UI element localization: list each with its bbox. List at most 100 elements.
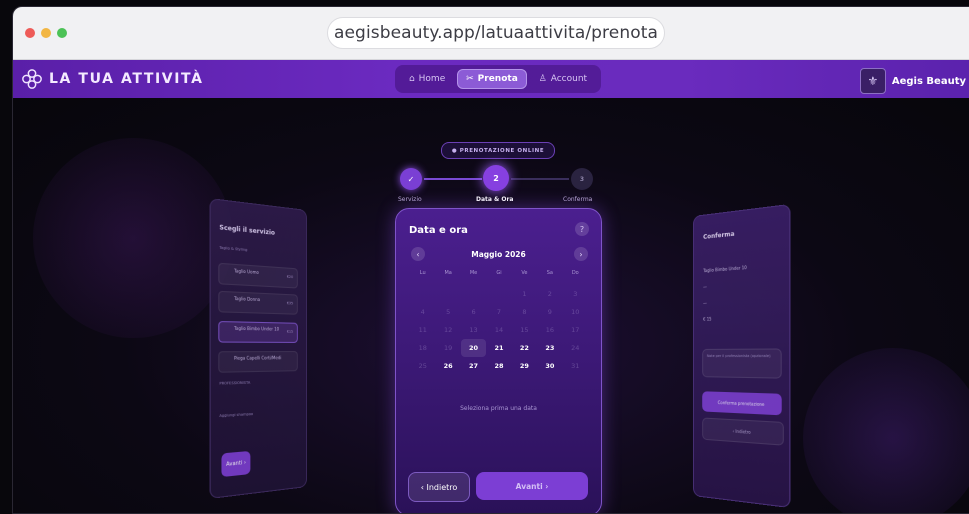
calendar-day[interactable]: 27 (461, 357, 486, 375)
back-button[interactable]: ‹ Indietro (408, 472, 470, 502)
step-3-indicator[interactable]: 3 (571, 168, 593, 190)
brand-name: LA TUA ATTIVITÀ (49, 71, 204, 87)
calendar-day[interactable]: 28 (486, 357, 511, 375)
minimize-window-button[interactable] (41, 28, 51, 38)
confirm-back-button[interactable]: ‹ Indietro (702, 417, 784, 446)
scissors-icon: ✂ (466, 74, 474, 84)
account-name: Aegis Beauty (891, 75, 966, 87)
calendar-day: 9 (547, 308, 552, 316)
calendar-day: 5 (446, 308, 451, 316)
step-1-check-icon[interactable]: ✓ (400, 168, 422, 190)
service-option-label: Taglio Uomo (234, 268, 259, 275)
confirm-card: Conferma Taglio Bimbo Under 10 — — € 15 … (693, 203, 791, 509)
service-option-price: €20 (286, 274, 294, 280)
calendar-day: 13 (469, 326, 478, 334)
confirm-card-title: Conferma (703, 230, 735, 241)
calendar-day: 4 (420, 308, 425, 316)
aegis-logo-icon: ⚜ (859, 68, 886, 94)
calendar-day: 3 (573, 290, 578, 298)
close-window-button[interactable] (25, 28, 35, 38)
service-option[interactable]: Taglio Uomo €20 (218, 262, 298, 289)
calendar-day: 1 (522, 290, 527, 298)
service-option-selected[interactable]: Taglio Bimbo Under 10 €15 (218, 320, 298, 343)
service-card-title: Scegli il servizio (219, 223, 275, 237)
step-2-indicator[interactable]: 2 (483, 165, 509, 191)
browser-window: aegisbeauty.app/latuaattivita/prenota LA… (12, 6, 969, 514)
calendar-grid: Lu Ma Me Gi Ve Sa Do 1 2 3 4 5 6 7 8 9 10 11 12 13 14 15 16 17 1… (410, 267, 588, 375)
weekday-header: Do (571, 270, 579, 276)
step-2-label: Data & Ora (476, 196, 514, 203)
calendar-day: 10 (571, 308, 580, 316)
calendar-day: 14 (494, 326, 504, 334)
nav-account[interactable]: ♙ Account (531, 70, 595, 88)
weekday-header: Ma (444, 270, 452, 276)
nav-home[interactable]: ⌂ Home (401, 70, 453, 88)
add-shampoo-toggle[interactable]: Aggiungi shampoo (219, 412, 253, 418)
help-icon[interactable]: ? (575, 222, 589, 236)
step-3-label: Conferma (563, 196, 593, 203)
confirm-price: € 15 (703, 316, 712, 322)
brand[interactable]: LA TUA ATTIVITÀ (21, 68, 204, 90)
service-option-label: Taglio Bimbo Under 10 (234, 325, 280, 332)
main-nav: ⌂ Home ✂ Prenota ♙ Account (395, 65, 601, 93)
calendar-day: 7 (496, 308, 502, 316)
service-option[interactable]: Taglio Donna €35 (218, 290, 298, 315)
calendar-day[interactable]: 30 (537, 357, 562, 375)
calendar-month: Maggio 2026 (471, 250, 526, 259)
app-header: LA TUA ATTIVITÀ ⌂ Home ✂ Prenota ♙ Accou… (13, 60, 969, 99)
nav-account-label: Account (550, 74, 588, 84)
confirm-service: Taglio Bimbo Under 10 (703, 264, 747, 274)
weekday-header: Me (469, 270, 478, 276)
calendar-day: 16 (545, 326, 554, 334)
calendar-day: 15 (520, 326, 529, 334)
calendar-empty-cell (410, 285, 435, 303)
calendar-day: 11 (418, 326, 427, 334)
calendar-day: 6 (471, 308, 476, 316)
address-bar[interactable]: aegisbeauty.app/latuaattivita/prenota (327, 17, 665, 49)
select-date-hint: Seleziona prima una data (460, 405, 537, 412)
calendar-day: 19 (443, 344, 453, 352)
service-next-button[interactable]: Avanti › (221, 450, 251, 478)
professional-section-label: PROFESSIONISTA (219, 380, 251, 386)
service-option[interactable]: Piega Capelli Corti/Medi (218, 351, 298, 373)
confirm-time: — (703, 300, 707, 306)
calendar-day[interactable]: 21 (486, 339, 511, 357)
confirm-booking-button[interactable]: Conferma prenotazione (702, 391, 782, 416)
flower-logo-icon (22, 69, 42, 89)
calendar-day[interactable]: 20 (460, 339, 487, 357)
calendar-day: 31 (571, 362, 580, 370)
browser-chrome: aegisbeauty.app/latuaattivita/prenota (13, 7, 969, 60)
booking-stage: Scegli il servizio Taglio & Styling Tagl… (13, 98, 969, 513)
service-category[interactable]: Taglio & Styling (219, 246, 247, 253)
next-button[interactable]: Avanti › (476, 472, 588, 500)
nav-prenota[interactable]: ✂ Prenota (457, 69, 527, 89)
service-card: Scegli il servizio Taglio & Styling Tagl… (209, 198, 307, 499)
background-glow (33, 138, 233, 338)
weekday-header: Lu (419, 270, 426, 276)
home-icon: ⌂ (408, 74, 415, 84)
service-option-label: Piega Capelli Corti/Medi (234, 355, 282, 361)
calendar-day: 8 (522, 308, 527, 316)
date-time-card: Data e ora ? ‹ Maggio 2026 › Lu Ma Me Gi Ve S… (395, 208, 602, 513)
calendar-day: 12 (443, 326, 453, 334)
weekday-header: Sa (546, 270, 553, 276)
online-booking-badge: ● PRENOTAZIONE ONLINE (441, 142, 555, 159)
calendar-day[interactable]: 29 (512, 357, 537, 375)
next-month-button[interactable]: › (574, 247, 588, 261)
nav-home-label: Home (418, 74, 446, 84)
calendar-day: 2 (547, 290, 552, 298)
calendar-day: 18 (418, 344, 427, 352)
calendar-day: 17 (571, 326, 580, 334)
calendar-day: 24 (571, 344, 580, 352)
calendar-day[interactable]: 26 (435, 357, 460, 375)
nav-prenota-label: Prenota (477, 74, 518, 84)
calendar-day[interactable]: 22 (512, 339, 537, 357)
weekday-header: Ve (521, 270, 528, 276)
maximize-window-button[interactable] (57, 28, 67, 38)
step-connector (424, 178, 482, 180)
notes-field[interactable]: Note per il professionista (opzionale) (702, 348, 782, 379)
calendar-day: 25 (418, 362, 427, 370)
calendar-day[interactable]: 23 (537, 339, 562, 357)
service-option-price: €15 (286, 329, 294, 334)
account-menu[interactable]: ⚜ Aegis Beauty (859, 68, 966, 94)
